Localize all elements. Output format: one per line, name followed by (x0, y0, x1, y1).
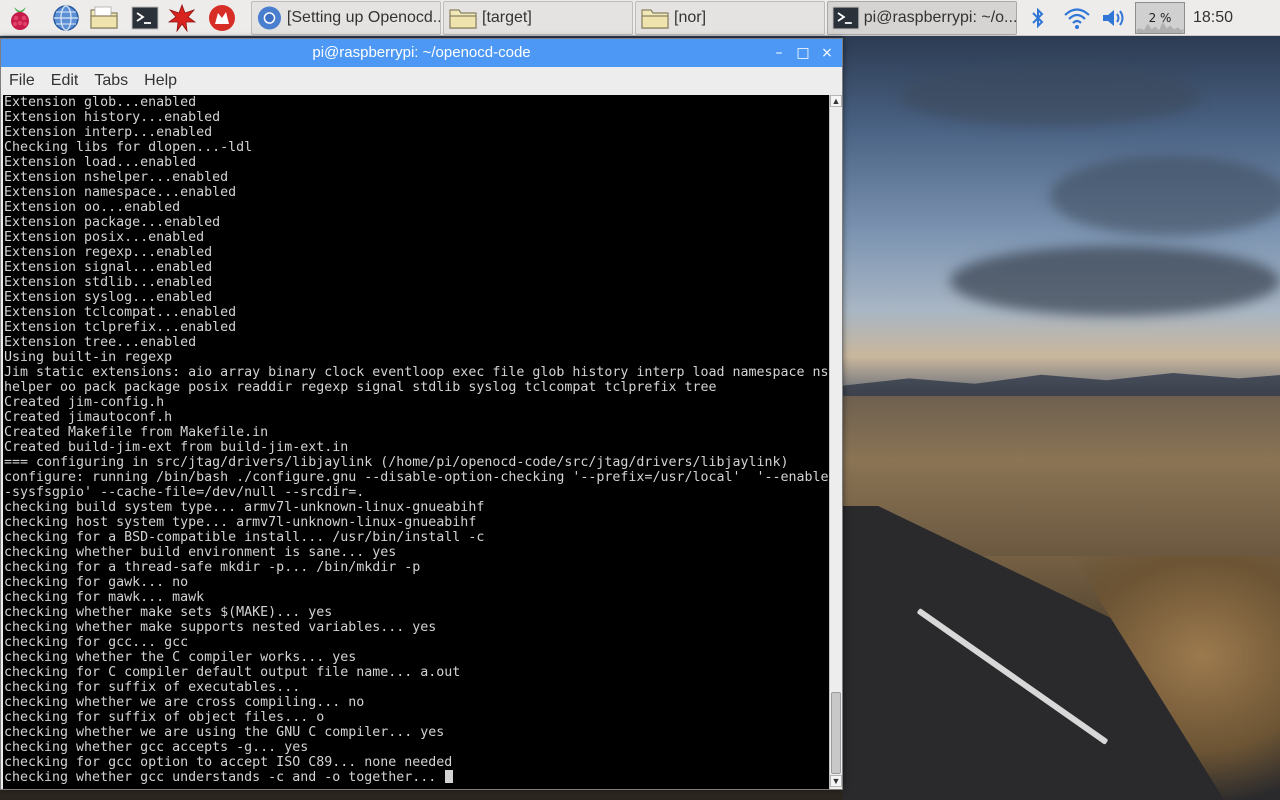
terminal-line: checking for gcc... gcc (4, 635, 189, 650)
terminal-line: Extension syslog...enabled (4, 290, 213, 305)
terminal-line: Extension tree...enabled (4, 335, 197, 350)
chevron-down-icon: ▼ (831, 776, 841, 786)
terminal-scrollbar[interactable]: ▲ ▼ (829, 95, 842, 789)
terminal-line: checking for gcc option to accept ISO C8… (4, 755, 453, 770)
task-label: [nor] (674, 9, 707, 26)
terminal-line: Extension regexp...enabled (4, 245, 213, 260)
minimize-icon: – (775, 45, 783, 61)
terminal-line: Extension namespace...enabled (4, 185, 237, 200)
terminal-icon[interactable] (130, 3, 160, 33)
terminal-line: Created jimautoconf.h (4, 410, 173, 425)
bluetooth-icon[interactable] (1026, 0, 1050, 36)
minimize-button[interactable]: – (769, 43, 789, 63)
raspberry-icon[interactable] (5, 3, 35, 33)
terminal-line: -sysfsgpio' --cache-file=/dev/null --src… (4, 485, 365, 500)
terminal-line: checking whether gcc accepts -g... yes (4, 740, 309, 755)
window-titlebar[interactable]: pi@raspberrypi: ~/openocd-code – □ × (1, 39, 842, 67)
cloud (950, 246, 1280, 316)
terminal-window: pi@raspberrypi: ~/openocd-code – □ × Fil… (0, 38, 843, 790)
terminal-line: Jim static extensions: aio array binary … (4, 365, 829, 380)
terminal-line: Extension tclcompat...enabled (4, 305, 237, 320)
terminal-line: configure: running /bin/bash ./configure… (4, 470, 829, 485)
globe-icon[interactable] (51, 3, 81, 33)
terminal-line: checking build system type... armv7l-unk… (4, 500, 485, 515)
terminal-line: checking whether gcc understands -c and … (4, 770, 829, 785)
terminal-line: checking for C compiler default output f… (4, 665, 461, 680)
terminal-line: checking host system type... armv7l-unkn… (4, 515, 477, 530)
cloud (900, 66, 1200, 126)
volume-icon[interactable] (1098, 0, 1130, 36)
close-button[interactable]: × (817, 43, 837, 63)
clock[interactable]: 18:50 (1188, 0, 1238, 36)
cpu-usage-label: 2 % (1148, 11, 1172, 25)
terminal-line: checking whether build environment is sa… (4, 545, 397, 560)
terminal-line: helper oo pack package posix readdir reg… (4, 380, 717, 395)
close-icon: × (821, 45, 833, 61)
cpu-monitor[interactable]: 2 % (1135, 2, 1185, 34)
terminal-cursor (445, 770, 454, 783)
terminal-line: Extension nshelper...enabled (4, 170, 229, 185)
terminal-line: checking for mawk... mawk (4, 590, 205, 605)
terminal-line: Extension interp...enabled (4, 125, 213, 140)
task-label: [target] (482, 9, 532, 26)
terminal-line: Using built-in regexp (4, 350, 173, 365)
terminal-line: Extension oo...enabled (4, 200, 181, 215)
chromium-icon (257, 6, 281, 30)
menubar: File Edit Tabs Help (1, 67, 842, 95)
terminal-line: checking whether we are cross compiling.… (4, 695, 365, 710)
task-folder-nor[interactable]: [nor] (635, 1, 825, 35)
task-label: pi@raspberrypi: ~/o... (863, 9, 1016, 26)
terminal-line: checking for gawk... no (4, 575, 189, 590)
cloud (1050, 156, 1280, 236)
terminal-line: Extension signal...enabled (4, 260, 213, 275)
menu-edit[interactable]: Edit (51, 72, 79, 90)
terminal-line: Extension stdlib...enabled (4, 275, 213, 290)
terminal-line: checking for suffix of object files... o (4, 710, 325, 725)
terminal-line: Extension posix...enabled (4, 230, 205, 245)
terminal-line: checking whether make supports nested va… (4, 620, 437, 635)
scroll-down-button[interactable]: ▼ (830, 775, 842, 787)
menu-tabs[interactable]: Tabs (94, 72, 128, 90)
task-terminal[interactable]: pi@raspberrypi: ~/o... (827, 1, 1017, 35)
terminal-lines: Extension glob...enabled Extension histor… (4, 95, 829, 785)
chevron-up-icon: ▲ (831, 96, 841, 106)
terminal-output[interactable]: Extension glob...enabled Extension histor… (3, 95, 829, 789)
maximize-icon: □ (796, 45, 810, 61)
mountains (843, 373, 1280, 400)
terminal-line: checking whether we are using the GNU C … (4, 725, 445, 740)
terminal-line: checking for suffix of executables... (4, 680, 301, 695)
terminal-line: checking for a BSD-compatible install...… (4, 530, 485, 545)
terminal-line: Checking libs for dlopen...-ldl (4, 140, 253, 155)
task-label: [Setting up Openocd... (286, 9, 440, 26)
terminal-line: Extension history...enabled (4, 110, 221, 125)
terminal-icon (832, 6, 860, 30)
terminal-line: Created build-jim-ext from build-jim-ext… (4, 440, 349, 455)
folder-icon (641, 9, 669, 29)
terminal-line: Extension load...enabled (4, 155, 197, 170)
terminal-line: checking whether make sets $(MAKE)... ye… (4, 605, 333, 620)
menu-file[interactable]: File (9, 72, 35, 90)
folder-icon[interactable] (89, 3, 119, 33)
terminal-line: Extension package...enabled (4, 215, 221, 230)
wolfram-icon[interactable] (207, 3, 237, 33)
scroll-up-button[interactable]: ▲ (830, 95, 842, 107)
scrollbar-thumb[interactable] (831, 692, 841, 774)
maximize-button[interactable]: □ (793, 43, 813, 63)
terminal-line: Extension glob...enabled (4, 95, 197, 110)
folder-icon (449, 9, 477, 29)
mathematica-icon[interactable] (167, 3, 197, 33)
menu-help[interactable]: Help (144, 72, 177, 90)
terminal-line: Created Makefile from Makefile.in (4, 425, 269, 440)
task-chromium-openocd[interactable]: [Setting up Openocd... (251, 1, 441, 35)
terminal-line: checking whether the C compiler works...… (4, 650, 357, 665)
window-title: pi@raspberrypi: ~/openocd-code (312, 44, 531, 61)
task-folder-target[interactable]: [target] (443, 1, 633, 35)
terminal-line: Created jim-config.h (4, 395, 165, 410)
taskbar-panel: [Setting up Openocd... [target] [nor] pi… (0, 0, 1280, 36)
terminal-line: checking for a thread-safe mkdir -p... /… (4, 560, 421, 575)
terminal-line: Extension tclprefix...enabled (4, 320, 237, 335)
wifi-icon[interactable] (1061, 0, 1093, 36)
terminal-line: === configuring in src/jtag/drivers/libj… (4, 455, 789, 470)
